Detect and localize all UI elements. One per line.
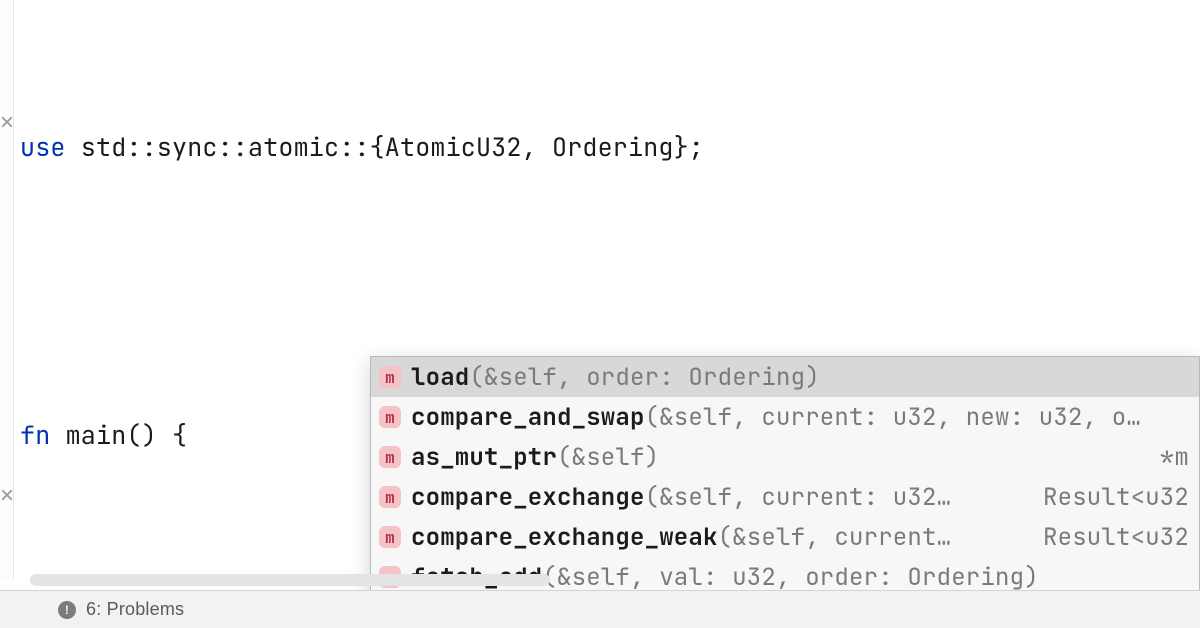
method-icon: m	[379, 526, 401, 548]
method-signature: (&self, order: Ordering)	[469, 362, 819, 393]
code-text: () {	[126, 418, 187, 452]
return-type: Result<u32	[1019, 522, 1189, 553]
method-signature: (&self, current…	[718, 522, 952, 553]
fold-arrow-icon[interactable]	[1, 116, 13, 128]
method-name: compare_exchange_weak	[411, 522, 718, 553]
autocomplete-item[interactable]: m load(&self, order: Ordering)	[371, 357, 1199, 397]
method-icon: m	[379, 446, 401, 468]
autocomplete-item[interactable]: m compare_and_swap(&self, current: u32, …	[371, 397, 1199, 437]
code-line-empty[interactable]	[20, 270, 1200, 312]
problems-tab[interactable]: 6: Problems	[86, 599, 184, 620]
status-bar: ! 6: Problems	[0, 590, 1200, 628]
method-icon: m	[379, 366, 401, 388]
problems-icon[interactable]: !	[58, 601, 76, 619]
return-type: *m	[1136, 442, 1189, 473]
return-type: Result<u32	[1019, 482, 1189, 513]
method-name: compare_exchange	[411, 482, 645, 513]
autocomplete-item[interactable]: m compare_exchange(&self, current: u32… …	[371, 477, 1199, 517]
autocomplete-item[interactable]: m as_mut_ptr(&self) *m	[371, 437, 1199, 477]
method-name: load	[411, 362, 469, 393]
method-signature: (&self, current: u32, new: u32, o…	[645, 402, 1141, 433]
method-name: as_mut_ptr	[411, 442, 557, 473]
method-signature: (&self, current: u32…	[645, 482, 952, 513]
autocomplete-popup[interactable]: m load(&self, order: Ordering) m compare…	[370, 356, 1200, 628]
method-signature: (&self)	[557, 442, 659, 473]
horizontal-scrollbar[interactable]	[30, 574, 550, 586]
keyword: use	[20, 130, 66, 164]
code-line[interactable]: use std::sync::atomic::{AtomicU32, Order…	[20, 126, 1200, 168]
keyword: fn	[20, 418, 66, 452]
fold-arrow-icon[interactable]	[1, 489, 13, 501]
method-icon: m	[379, 406, 401, 428]
autocomplete-item[interactable]: m compare_exchange_weak(&self, current… …	[371, 517, 1199, 557]
gutter	[0, 0, 14, 580]
method-name: compare_and_swap	[411, 402, 645, 433]
fn-name: main	[66, 418, 127, 452]
code-text: std::sync::atomic::{AtomicU32, Ordering}…	[66, 130, 704, 164]
method-icon: m	[379, 486, 401, 508]
method-signature: (&self, val: u32, order: Ordering)	[542, 562, 1038, 593]
